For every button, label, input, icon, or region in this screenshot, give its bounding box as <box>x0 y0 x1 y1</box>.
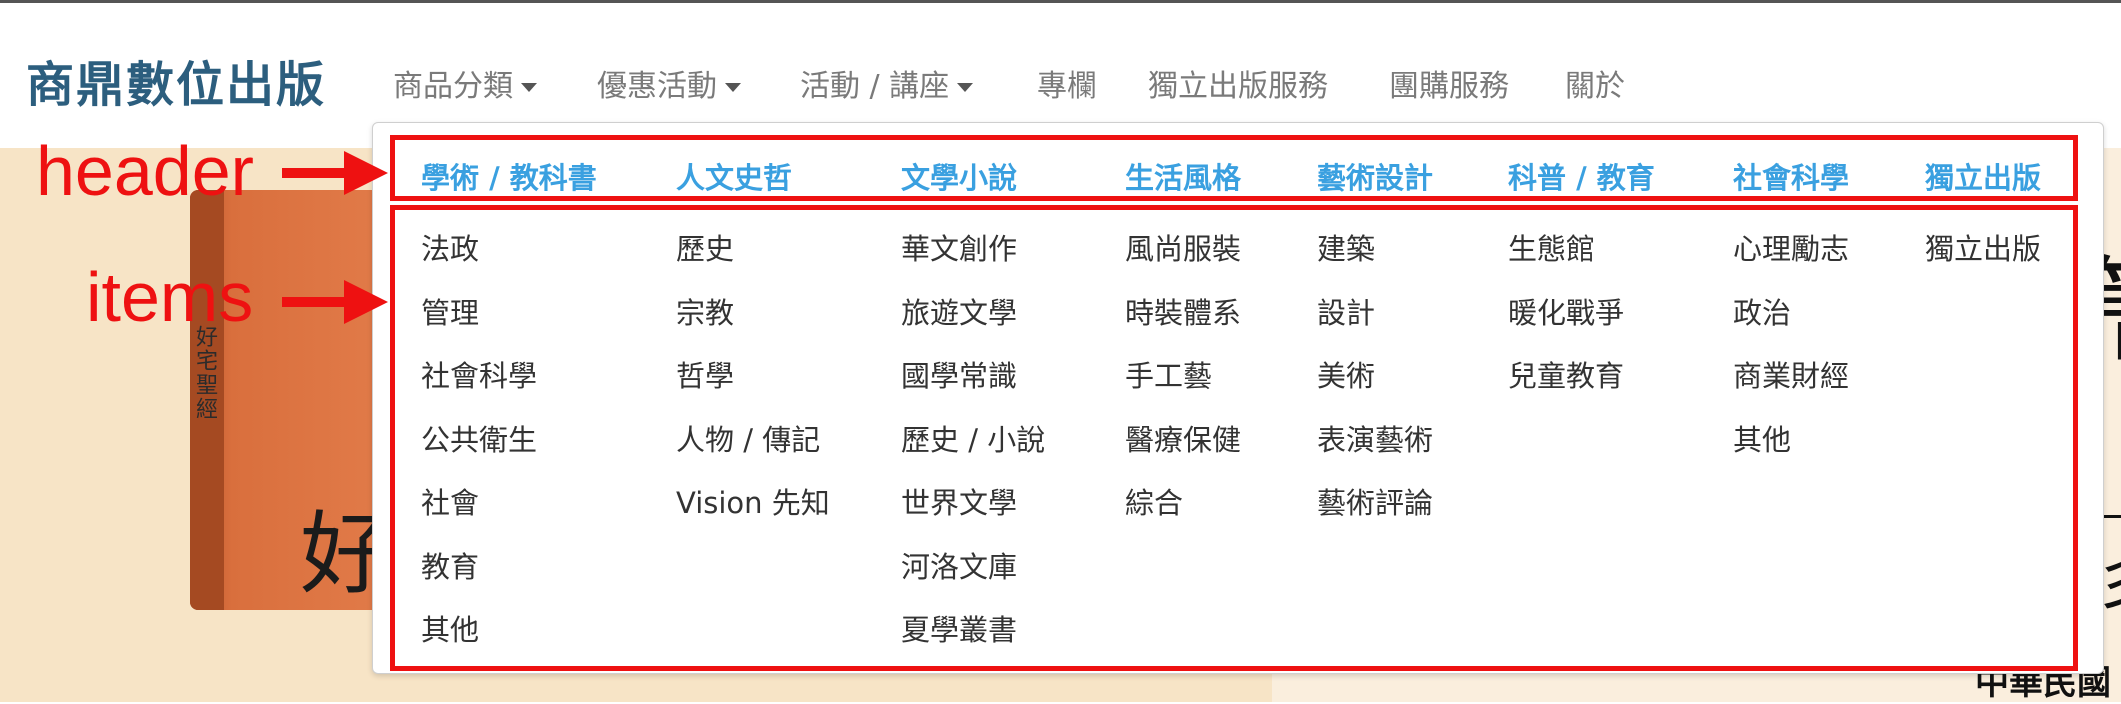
nav-item-label: 關於 <box>1565 69 1625 104</box>
menu-item[interactable]: 手工藝 <box>1125 353 1212 395</box>
menu-item[interactable]: Vision 先知 <box>676 480 830 522</box>
menu-column-header[interactable]: 學術 / 教科書 <box>421 155 597 197</box>
category-dropdown-menu <box>372 122 2104 674</box>
menu-column-header[interactable]: 人文史哲 <box>676 155 792 197</box>
menu-column-header[interactable]: 文學小說 <box>901 155 1017 197</box>
menu-column-header[interactable]: 科普 / 教育 <box>1508 155 1655 197</box>
menu-item[interactable]: 生態館 <box>1508 226 1595 268</box>
menu-item[interactable]: 風尚服裝 <box>1125 226 1241 268</box>
nav-item-about[interactable]: 關於 <box>1565 61 1625 105</box>
arrow-right-icon <box>344 151 388 195</box>
menu-item[interactable]: 旅遊文學 <box>901 290 1017 332</box>
nav-item-indie-publishing[interactable]: 獨立出版服務 <box>1148 61 1328 105</box>
menu-item[interactable]: 社會 <box>421 480 479 522</box>
menu-item[interactable]: 商業財經 <box>1733 353 1849 395</box>
menu-item[interactable]: 管理 <box>421 290 479 332</box>
menu-item[interactable]: 政治 <box>1733 290 1791 332</box>
menu-item[interactable]: 心理勵志 <box>1733 226 1849 268</box>
chevron-down-icon <box>521 83 537 92</box>
menu-item[interactable]: 夏學叢書 <box>901 607 1017 649</box>
menu-item[interactable]: 綜合 <box>1125 480 1183 522</box>
nav-item-column[interactable]: 專欄 <box>1037 61 1097 105</box>
menu-item[interactable]: 醫療保健 <box>1125 417 1241 459</box>
menu-item[interactable]: 其他 <box>421 607 479 649</box>
menu-item[interactable]: 藝術評論 <box>1317 480 1433 522</box>
menu-item[interactable]: 美術 <box>1317 353 1375 395</box>
nav-item-product-categories[interactable]: 商品分類 <box>393 61 537 105</box>
nav-item-events[interactable]: 活動 / 講座 <box>800 61 974 105</box>
menu-column-header[interactable]: 藝術設計 <box>1317 155 1433 197</box>
nav-item-label: 優惠活動 <box>597 69 717 104</box>
chevron-down-icon <box>725 83 741 92</box>
menu-column-header[interactable]: 生活風格 <box>1125 155 1241 197</box>
menu-item[interactable]: 建築 <box>1317 226 1375 268</box>
menu-item[interactable]: 表演藝術 <box>1317 417 1433 459</box>
nav-item-label: 商品分類 <box>393 69 513 104</box>
menu-column-header[interactable]: 社會科學 <box>1733 155 1849 197</box>
annotation-items-arrow <box>282 297 348 307</box>
menu-item[interactable]: 社會科學 <box>421 353 537 395</box>
menu-item[interactable]: 暖化戰爭 <box>1508 290 1624 332</box>
menu-item[interactable]: 歷史 / 小說 <box>901 417 1045 459</box>
annotation-header-label: header <box>36 132 254 210</box>
menu-item[interactable]: 歷史 <box>676 226 734 268</box>
menu-item[interactable]: 華文創作 <box>901 226 1017 268</box>
menu-item[interactable]: 國學常識 <box>901 353 1017 395</box>
menu-item[interactable]: 人物 / 傳記 <box>676 417 820 459</box>
menu-item[interactable]: 兒童教育 <box>1508 353 1624 395</box>
annotation-items-label: items <box>86 258 254 336</box>
menu-item[interactable]: 哲學 <box>676 353 734 395</box>
nav-item-group-purchase[interactable]: 團購服務 <box>1389 61 1509 105</box>
menu-column-header[interactable]: 獨立出版 <box>1925 155 2041 197</box>
chevron-down-icon <box>957 83 974 92</box>
nav-item-promotions[interactable]: 優惠活動 <box>597 61 741 105</box>
menu-item[interactable]: 其他 <box>1733 417 1791 459</box>
menu-item[interactable]: 公共衛生 <box>421 417 537 459</box>
menu-item[interactable]: 獨立出版 <box>1925 226 2041 268</box>
menu-item[interactable]: 法政 <box>421 226 479 268</box>
nav-item-label: 獨立出版服務 <box>1148 69 1328 104</box>
annotation-header-arrow <box>282 168 348 178</box>
menu-item[interactable]: 宗教 <box>676 290 734 332</box>
brand-logo[interactable]: 商鼎數位出版 <box>26 45 326 115</box>
menu-item[interactable]: 河洛文庫 <box>901 544 1017 586</box>
menu-item[interactable]: 教育 <box>421 544 479 586</box>
nav-item-label: 團購服務 <box>1389 69 1509 104</box>
nav-item-label: 活動 / 講座 <box>800 69 950 104</box>
menu-item[interactable]: 設計 <box>1317 290 1375 332</box>
book-spine-title: 好宅聖經 <box>192 325 217 421</box>
nav-item-label: 專欄 <box>1037 69 1097 104</box>
arrow-right-icon <box>344 280 388 324</box>
menu-item[interactable]: 時裝體系 <box>1125 290 1241 332</box>
menu-item[interactable]: 世界文學 <box>901 480 1017 522</box>
